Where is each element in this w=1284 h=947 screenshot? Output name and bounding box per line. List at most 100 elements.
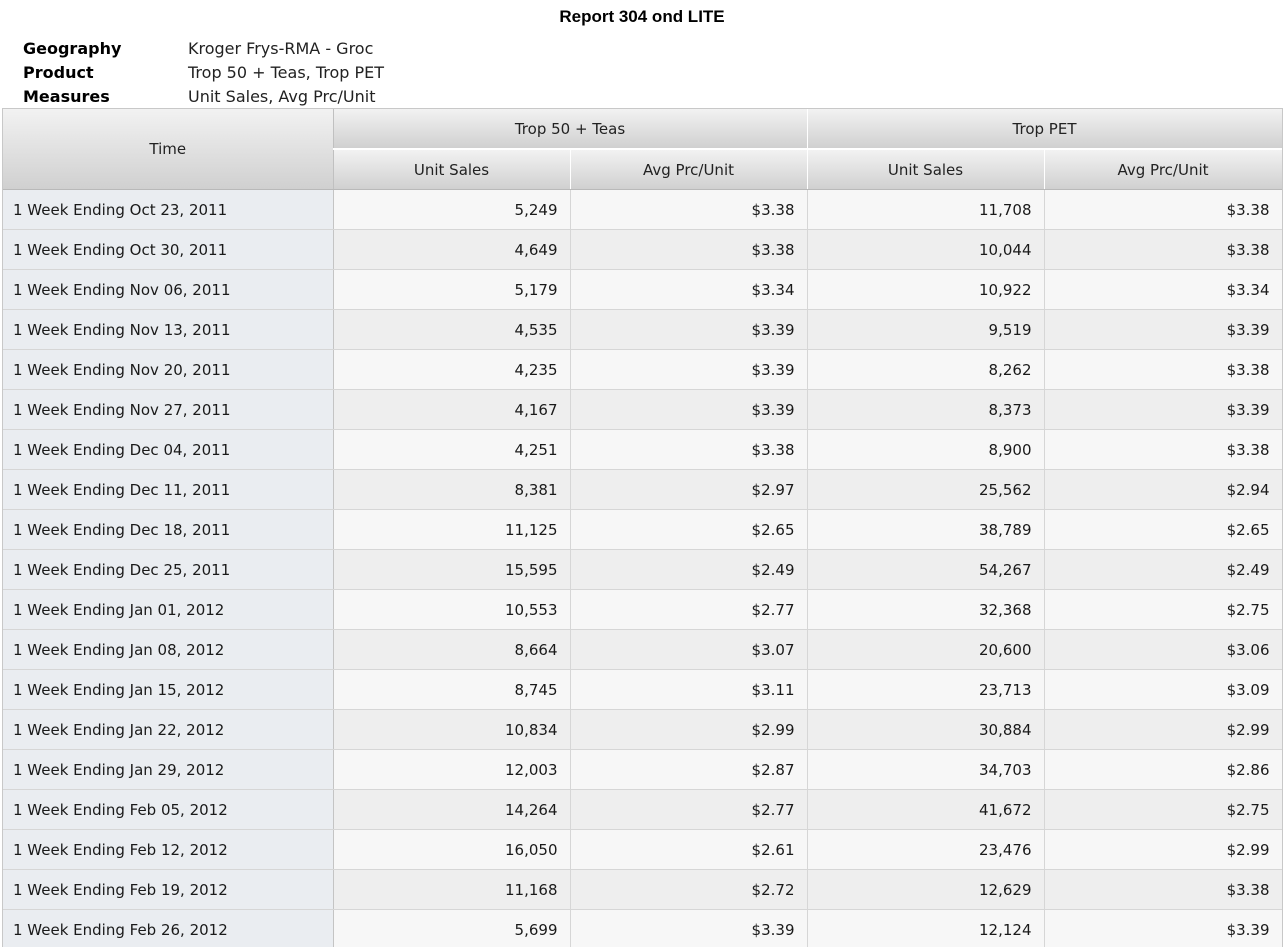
value-cell: $2.99 xyxy=(1044,710,1282,750)
value-cell: 11,168 xyxy=(333,870,570,910)
table-row[interactable]: 1 Week Ending Feb 19, 201211,168$2.7212,… xyxy=(3,870,1282,910)
column-header-unit-sales[interactable]: Unit Sales xyxy=(807,149,1044,190)
value-cell: 4,251 xyxy=(333,430,570,470)
value-cell: 9,519 xyxy=(807,310,1044,350)
time-cell: 1 Week Ending Oct 23, 2011 xyxy=(3,190,333,230)
value-cell: 4,167 xyxy=(333,390,570,430)
table-row[interactable]: 1 Week Ending Oct 30, 20114,649$3.3810,0… xyxy=(3,230,1282,270)
table-row[interactable]: 1 Week Ending Nov 20, 20114,235$3.398,26… xyxy=(3,350,1282,390)
value-cell: 10,553 xyxy=(333,590,570,630)
table-row[interactable]: 1 Week Ending Nov 13, 20114,535$3.399,51… xyxy=(3,310,1282,350)
value-cell: $3.11 xyxy=(570,670,807,710)
meta-label: Measures xyxy=(23,85,188,109)
value-cell: 11,708 xyxy=(807,190,1044,230)
value-cell: $2.87 xyxy=(570,750,807,790)
meta-value: Unit Sales, Avg Prc/Unit xyxy=(188,85,375,109)
value-cell: 8,262 xyxy=(807,350,1044,390)
value-cell: 8,664 xyxy=(333,630,570,670)
value-cell: $3.06 xyxy=(1044,630,1282,670)
report-grid[interactable]: Time Trop 50 + Teas Trop PET Unit Sales … xyxy=(2,108,1283,947)
value-cell: 8,745 xyxy=(333,670,570,710)
value-cell: 25,562 xyxy=(807,470,1044,510)
value-cell: 5,699 xyxy=(333,910,570,947)
meta-label: Geography xyxy=(23,37,188,61)
table-row[interactable]: 1 Week Ending Dec 11, 20118,381$2.9725,5… xyxy=(3,470,1282,510)
value-cell: $3.39 xyxy=(1044,310,1282,350)
time-cell: 1 Week Ending Feb 05, 2012 xyxy=(3,790,333,830)
value-cell: $2.61 xyxy=(570,830,807,870)
table-row[interactable]: 1 Week Ending Nov 27, 20114,167$3.398,37… xyxy=(3,390,1282,430)
meta-row-measures: Measures Unit Sales, Avg Prc/Unit xyxy=(23,85,384,109)
value-cell: $3.39 xyxy=(1044,910,1282,947)
time-cell: 1 Week Ending Dec 18, 2011 xyxy=(3,510,333,550)
value-cell: $3.38 xyxy=(1044,350,1282,390)
column-header-unit-sales[interactable]: Unit Sales xyxy=(333,149,570,190)
group-header-trop-pet[interactable]: Trop PET xyxy=(807,109,1282,149)
table-row[interactable]: 1 Week Ending Jan 01, 201210,553$2.7732,… xyxy=(3,590,1282,630)
table-row[interactable]: 1 Week Ending Oct 23, 20115,249$3.3811,7… xyxy=(3,190,1282,230)
meta-label: Product xyxy=(23,61,188,85)
value-cell: 10,044 xyxy=(807,230,1044,270)
table-row[interactable]: 1 Week Ending Jan 15, 20128,745$3.1123,7… xyxy=(3,670,1282,710)
table-row[interactable]: 1 Week Ending Jan 08, 20128,664$3.0720,6… xyxy=(3,630,1282,670)
value-cell: 5,249 xyxy=(333,190,570,230)
time-cell: 1 Week Ending Nov 27, 2011 xyxy=(3,390,333,430)
time-cell: 1 Week Ending Dec 11, 2011 xyxy=(3,470,333,510)
table-row[interactable]: 1 Week Ending Dec 25, 201115,595$2.4954,… xyxy=(3,550,1282,590)
time-cell: 1 Week Ending Jan 29, 2012 xyxy=(3,750,333,790)
value-cell: 38,789 xyxy=(807,510,1044,550)
table-row[interactable]: 1 Week Ending Dec 18, 201111,125$2.6538,… xyxy=(3,510,1282,550)
report-meta: Geography Kroger Frys-RMA - Groc Product… xyxy=(23,37,384,109)
value-cell: 20,600 xyxy=(807,630,1044,670)
table-row[interactable]: 1 Week Ending Jan 22, 201210,834$2.9930,… xyxy=(3,710,1282,750)
table-row[interactable]: 1 Week Ending Nov 06, 20115,179$3.3410,9… xyxy=(3,270,1282,310)
table-row[interactable]: 1 Week Ending Dec 04, 20114,251$3.388,90… xyxy=(3,430,1282,470)
column-header-avg-prc-unit[interactable]: Avg Prc/Unit xyxy=(1044,149,1282,190)
time-cell: 1 Week Ending Nov 13, 2011 xyxy=(3,310,333,350)
value-cell: $2.65 xyxy=(570,510,807,550)
time-cell: 1 Week Ending Feb 19, 2012 xyxy=(3,870,333,910)
value-cell: 15,595 xyxy=(333,550,570,590)
value-cell: $3.07 xyxy=(570,630,807,670)
time-cell: 1 Week Ending Jan 08, 2012 xyxy=(3,630,333,670)
table-row[interactable]: 1 Week Ending Feb 05, 201214,264$2.7741,… xyxy=(3,790,1282,830)
value-cell: 8,381 xyxy=(333,470,570,510)
value-cell: 11,125 xyxy=(333,510,570,550)
value-cell: $3.39 xyxy=(570,310,807,350)
value-cell: 12,124 xyxy=(807,910,1044,947)
time-column-header[interactable]: Time xyxy=(3,109,333,190)
value-cell: 23,713 xyxy=(807,670,1044,710)
meta-value: Trop 50 + Teas, Trop PET xyxy=(188,61,384,85)
value-cell: 12,629 xyxy=(807,870,1044,910)
value-cell: 4,535 xyxy=(333,310,570,350)
value-cell: $3.39 xyxy=(570,910,807,947)
table-row[interactable]: 1 Week Ending Feb 12, 201216,050$2.6123,… xyxy=(3,830,1282,870)
group-header-trop-50-teas[interactable]: Trop 50 + Teas xyxy=(333,109,807,149)
value-cell: $2.97 xyxy=(570,470,807,510)
value-cell: $2.72 xyxy=(570,870,807,910)
value-cell: 10,922 xyxy=(807,270,1044,310)
value-cell: $3.38 xyxy=(570,230,807,270)
table-row[interactable]: 1 Week Ending Feb 26, 20125,699$3.3912,1… xyxy=(3,910,1282,947)
time-cell: 1 Week Ending Oct 30, 2011 xyxy=(3,230,333,270)
value-cell: 12,003 xyxy=(333,750,570,790)
value-cell: 54,267 xyxy=(807,550,1044,590)
time-cell: 1 Week Ending Feb 12, 2012 xyxy=(3,830,333,870)
value-cell: $3.39 xyxy=(570,350,807,390)
value-cell: $3.38 xyxy=(1044,430,1282,470)
value-cell: $2.75 xyxy=(1044,590,1282,630)
value-cell: $3.38 xyxy=(1044,230,1282,270)
column-header-avg-prc-unit[interactable]: Avg Prc/Unit xyxy=(570,149,807,190)
value-cell: $2.99 xyxy=(570,710,807,750)
value-cell: $2.65 xyxy=(1044,510,1282,550)
time-cell: 1 Week Ending Jan 01, 2012 xyxy=(3,590,333,630)
table-row[interactable]: 1 Week Ending Jan 29, 201212,003$2.8734,… xyxy=(3,750,1282,790)
value-cell: $3.09 xyxy=(1044,670,1282,710)
value-cell: 14,264 xyxy=(333,790,570,830)
meta-value: Kroger Frys-RMA - Groc xyxy=(188,37,373,61)
time-cell: 1 Week Ending Feb 26, 2012 xyxy=(3,910,333,947)
value-cell: 23,476 xyxy=(807,830,1044,870)
value-cell: $3.38 xyxy=(570,190,807,230)
time-cell: 1 Week Ending Dec 04, 2011 xyxy=(3,430,333,470)
value-cell: 32,368 xyxy=(807,590,1044,630)
